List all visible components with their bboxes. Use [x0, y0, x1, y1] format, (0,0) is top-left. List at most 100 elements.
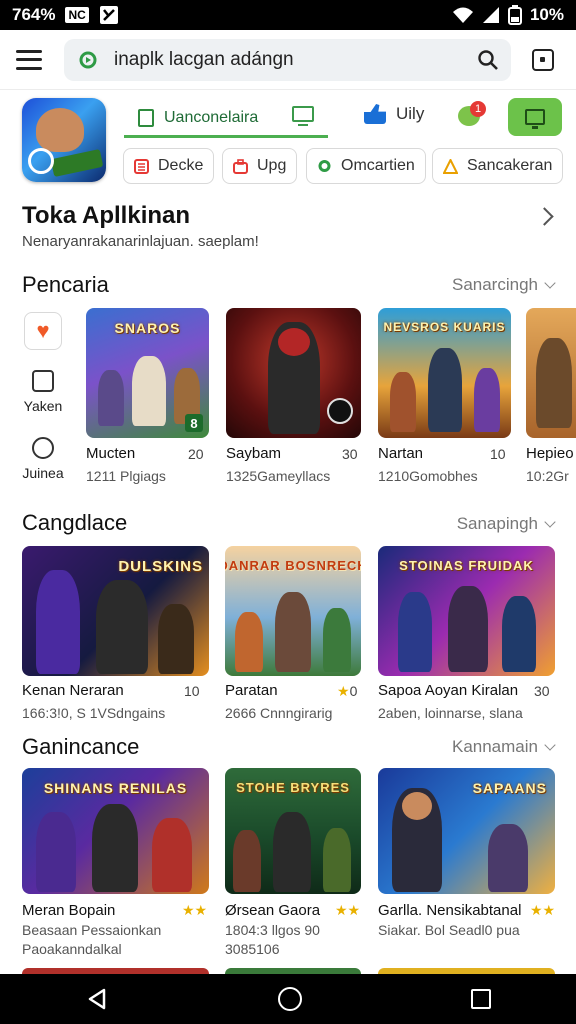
side-item-yaken[interactable]: Yaken — [22, 370, 64, 414]
chip-upg[interactable]: Upg — [222, 148, 298, 184]
section-title: Ganincance — [22, 734, 140, 759]
play-logo-icon — [79, 51, 97, 69]
section-sort-dropdown[interactable]: Sanapingh — [456, 514, 556, 534]
chat-bubble-icon — [318, 159, 331, 172]
game-meta: 2aben, loinnarse, slana — [378, 705, 523, 721]
game-rating: ★0 — [337, 683, 358, 699]
chevron-down-icon — [544, 739, 556, 751]
like-label: Uily — [396, 104, 425, 123]
thumbnail-title: STOHE BRYRES — [236, 780, 350, 795]
search-bar[interactable]: inaplk lacgan adángn — [64, 39, 511, 81]
game-thumbnail — [526, 308, 576, 438]
chip-omcartien[interactable]: Omcartien — [306, 148, 426, 184]
warning-icon — [443, 158, 458, 174]
game-meta: 1325Gameyllacs — [226, 468, 331, 484]
thumbnail-badge: 8 — [185, 414, 203, 432]
chip-label: Sancakeran — [467, 157, 553, 174]
game-thumbnail: DANRAR BOSNRECH — [225, 546, 361, 676]
page-title: Toka Apllkinan — [22, 202, 191, 229]
thumbs-up-icon — [364, 104, 386, 124]
game-rating: 10 — [184, 683, 200, 699]
game-name: Sapoa Aoyan Kiralan — [378, 682, 519, 699]
thumbnail-title: SNAROS — [114, 320, 181, 336]
search-input[interactable]: inaplk lacgan adángn — [114, 49, 294, 71]
game-name: Paratan — [225, 682, 278, 699]
lock-icon — [32, 370, 54, 392]
bag-icon — [233, 158, 248, 174]
page-subtitle: Nenaryanrakanarinlajuan. saeplam! — [22, 233, 259, 250]
screen-icon — [525, 109, 545, 129]
account-icon[interactable] — [532, 49, 554, 71]
game-thumbnail: SHINANS RENILAS — [22, 768, 209, 894]
list-icon — [134, 158, 149, 174]
sort-label: Sanapingh — [456, 514, 538, 533]
game-rating: ★★ — [335, 902, 361, 918]
thumbnail-title: SAPAANS — [472, 780, 547, 796]
home-icon[interactable] — [277, 987, 302, 1011]
clock-icon — [32, 437, 54, 459]
bookmark-icon — [138, 108, 154, 127]
hamburger-menu-icon[interactable] — [16, 49, 42, 70]
game-meta: 166:3!0, S 1VSdngains — [22, 705, 166, 721]
back-icon[interactable] — [85, 987, 109, 1011]
notification-badge: NC — [65, 7, 89, 23]
chip-sancakeran[interactable]: Sancakeran — [432, 148, 564, 184]
game-name: Garlla. Nensikabtanal — [378, 902, 522, 919]
chevron-down-icon — [544, 277, 556, 289]
game-thumbnail: DULSKINS — [22, 546, 209, 676]
game-meta-line: Beasaan Pessaionkan — [22, 922, 162, 938]
section-sort-dropdown[interactable]: Sanarcingh — [451, 275, 556, 295]
chevron-right-icon[interactable] — [535, 207, 554, 226]
game-meta: 1210Gomobhes — [378, 468, 478, 484]
sort-label: Kannamain — [451, 737, 538, 756]
section-sort-dropdown[interactable]: Kannamain — [451, 737, 556, 757]
game-thumbnail: STOHE BRYRES — [225, 768, 361, 894]
game-rating: 20 — [188, 446, 204, 462]
thumbnail-title: DULSKINS — [118, 558, 203, 575]
game-thumbnail: NEVSROS KUARIS — [378, 308, 511, 438]
game-meta-line: Paoakanndalkal — [22, 941, 122, 957]
thumbnail-title: DANRAR BOSNRECH — [225, 558, 361, 573]
game-rating: 30 — [534, 683, 550, 699]
game-name: Hepieo — [526, 445, 574, 462]
game-name: Kenan Neraran — [22, 682, 124, 699]
chip-label: Decke — [158, 157, 204, 174]
game-rating: ★★ — [530, 902, 556, 918]
side-item-juinea[interactable]: Juinea — [22, 437, 64, 481]
status-bar: 764% NC 10% — [0, 0, 576, 30]
battery-percent: 10% — [529, 5, 564, 24]
game-name: Mucten — [86, 445, 136, 462]
game-name: Saybam — [226, 445, 282, 462]
chip-label: Upg — [257, 157, 287, 174]
favorite-button[interactable]: ♥ — [22, 312, 64, 350]
game-name: Nartan — [378, 445, 424, 462]
chip-decke[interactable]: Decke — [123, 148, 215, 184]
game-meta: 10:2Gr — [526, 468, 569, 484]
recents-icon[interactable] — [471, 989, 492, 1009]
like-tab[interactable]: Uily — [364, 104, 424, 124]
game-thumbnail — [226, 308, 361, 438]
status-time: 764% — [12, 5, 56, 24]
game-meta: 2666 Cnnngirarig — [225, 705, 333, 721]
section-title: Pencaria — [22, 272, 109, 297]
game-rating: 30 — [342, 446, 358, 462]
heart-icon: ♥ — [36, 318, 50, 343]
app-logo[interactable] — [22, 98, 106, 182]
tv-icon[interactable] — [292, 106, 314, 126]
game-thumbnail: SNAROS 8 — [86, 308, 209, 438]
thumbnail-title: SHINANS RENILAS — [43, 780, 188, 796]
no-signal-icon — [99, 6, 118, 24]
wifi-icon — [452, 7, 473, 23]
sort-label: Sanarcingh — [451, 275, 538, 294]
chip-label: Omcartien — [341, 157, 415, 174]
game-meta-line: 1804:3 llgos 90 — [225, 922, 320, 938]
game-name: Ørsean Gaora — [225, 902, 321, 919]
tab-active-label: Uanconelaira — [164, 108, 259, 126]
game-meta-line: Siakar. Bol Seadl0 pua — [378, 922, 520, 938]
search-icon[interactable] — [477, 49, 499, 71]
install-button[interactable] — [508, 98, 562, 136]
game-meta-line: 3085106 — [225, 941, 280, 957]
thumbnail-title: STOINAS FRUIDAK — [399, 558, 534, 573]
side-item-label: Yaken — [23, 398, 63, 414]
game-rating: ★★ — [182, 902, 208, 918]
